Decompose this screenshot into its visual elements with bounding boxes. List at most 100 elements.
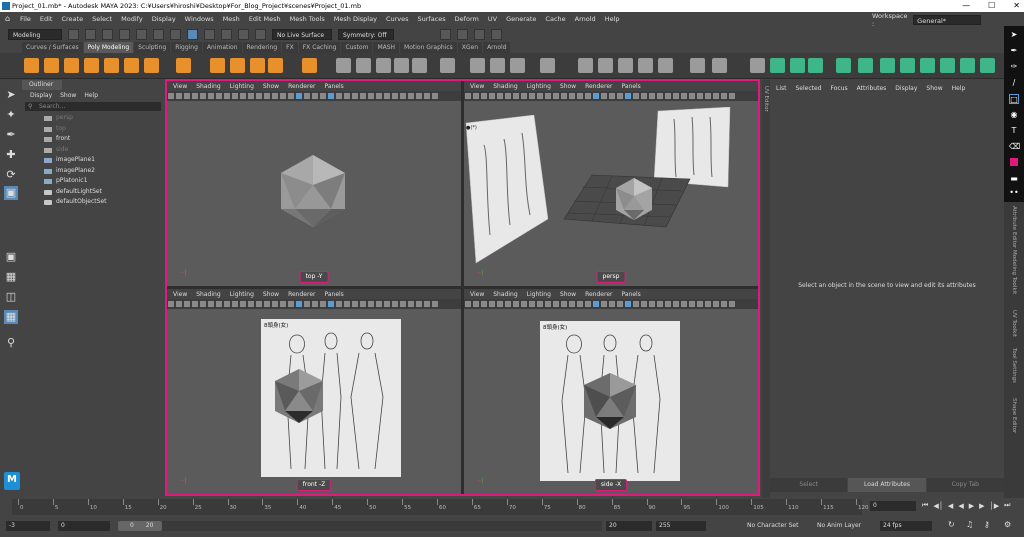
viewport-tool-icon[interactable] [288, 301, 294, 307]
outliner-item[interactable]: defaultObjectSet [22, 197, 164, 208]
viewport-tool-icon[interactable] [673, 301, 679, 307]
side-tab-modeling-toolkit[interactable]: Modeling Toolkit [1011, 250, 1017, 294]
side-tab-tool-settings[interactable]: Tool Settings [1011, 348, 1017, 383]
start-offset-field[interactable]: -3 [6, 521, 50, 531]
viewport-tool-icon[interactable] [481, 93, 487, 99]
target-weld-icon[interactable] [540, 58, 555, 73]
menu-curves[interactable]: Curves [386, 15, 409, 23]
uv-editor-icon[interactable] [658, 58, 673, 73]
shelf-tab-poly-modeling[interactable]: Poly Modeling [83, 42, 134, 53]
viewport-menu-panels[interactable]: Panels [324, 291, 343, 298]
viewport-tool-icon[interactable] [497, 301, 503, 307]
line-icon[interactable]: ∕ [1009, 78, 1019, 88]
viewport-tool-icon[interactable] [585, 301, 591, 307]
color-swatch-icon[interactable] [1010, 158, 1018, 166]
viewport-menu-panels[interactable]: Panels [621, 83, 640, 90]
viewport-tool-icon[interactable] [312, 301, 318, 307]
select-hierarchy-icon[interactable] [153, 28, 164, 40]
time-slider-bar[interactable]: 0 5 10 15 20 25 30 35 40 45 50 55 60 65 70 75 80 85 90 95 10… [12, 499, 869, 515]
viewport-tool-icon[interactable] [208, 93, 214, 99]
menu-deform[interactable]: Deform [455, 15, 479, 23]
viewport-tool-icon[interactable] [569, 93, 575, 99]
outliner-item[interactable]: imagePlane1 [22, 155, 164, 166]
viewport-menu-renderer[interactable]: Renderer [288, 83, 315, 90]
menu-edit[interactable]: Edit [40, 15, 53, 23]
workspace-dropdown[interactable]: General* [913, 14, 981, 25]
open-scene-icon[interactable] [85, 28, 96, 40]
viewport-tool-icon[interactable] [729, 301, 735, 307]
step-back-key-icon[interactable]: ◀│ [933, 502, 943, 510]
viewport-tool-icon[interactable] [272, 301, 278, 307]
viewport-tool-icon[interactable] [529, 93, 535, 99]
viewport-tool-icon[interactable] [176, 93, 182, 99]
new-scene-icon[interactable] [68, 28, 79, 40]
outliner-menu-help[interactable]: Help [84, 92, 98, 99]
cut-uv-icon[interactable] [808, 58, 823, 73]
viewport-tool-icon[interactable] [569, 301, 575, 307]
viewport-tool-icon[interactable] [424, 301, 430, 307]
viewport-tool-icon[interactable] [168, 301, 174, 307]
outliner-menu-display[interactable]: Display [30, 92, 52, 99]
sew-uv-icon[interactable] [836, 58, 851, 73]
viewport-tool-icon[interactable] [705, 301, 711, 307]
shelf-tab-fx[interactable]: FX [282, 42, 298, 53]
menu-cache[interactable]: Cache [545, 15, 565, 23]
poly-plane-icon[interactable] [124, 58, 139, 73]
viewport-tool-icon[interactable] [625, 301, 631, 307]
bevel-icon[interactable] [394, 58, 409, 73]
menu-file[interactable]: File [20, 15, 31, 23]
viewport-tool-icon[interactable] [216, 93, 222, 99]
viewport-menu-renderer[interactable]: Renderer [585, 83, 612, 90]
poly-cube-icon[interactable] [44, 58, 59, 73]
attribute-menu-attributes[interactable]: Attributes [857, 85, 887, 92]
viewport-tool-icon[interactable] [208, 301, 214, 307]
viewport-tool-icon[interactable] [529, 301, 535, 307]
combine-icon[interactable] [302, 58, 317, 73]
attribute-menu-focus[interactable]: Focus [831, 85, 848, 92]
poly-platonic-icon[interactable] [176, 58, 191, 73]
redo-icon[interactable] [136, 28, 147, 40]
viewport-tool-icon[interactable] [296, 93, 302, 99]
multi-cut-icon[interactable] [510, 58, 525, 73]
menu-set-dropdown[interactable]: Modeling [8, 28, 62, 40]
viewport-menu-view[interactable]: View [173, 291, 187, 298]
menu-uv[interactable]: UV [488, 15, 497, 23]
menu-help[interactable]: Help [605, 15, 620, 23]
pen-icon[interactable]: ✒ [1009, 46, 1019, 56]
render-frame-icon[interactable] [440, 28, 451, 40]
viewport-tool-icon[interactable] [432, 301, 438, 307]
append-icon[interactable] [470, 58, 485, 73]
range-slider-track[interactable]: 0 20 [118, 521, 602, 531]
shelf-tab-motion-graphics[interactable]: Motion Graphics [400, 42, 457, 53]
outliner-item[interactable]: pPlatonic1 [22, 176, 164, 187]
viewport-tool-icon[interactable] [280, 93, 286, 99]
viewport-tool-icon[interactable] [200, 93, 206, 99]
play-backward-icon[interactable]: ◀ [958, 502, 963, 510]
outliner-item[interactable]: top [22, 124, 164, 135]
shelf-tab-xgen[interactable]: XGen [457, 42, 483, 53]
viewport-tool-icon[interactable] [505, 93, 511, 99]
fps-dropdown[interactable]: 24 fps [880, 521, 932, 531]
sweep-mesh-icon[interactable] [230, 58, 245, 73]
outliner-item[interactable]: front [22, 134, 164, 145]
viewport-tool-icon[interactable] [593, 301, 599, 307]
freeze-transforms-icon[interactable] [618, 58, 633, 73]
menu-select[interactable]: Select [92, 15, 112, 23]
go-to-start-icon[interactable]: ⏮ [922, 501, 928, 510]
viewport-tool-icon[interactable] [432, 93, 438, 99]
viewport-tool-icon[interactable] [248, 93, 254, 99]
edit-texture-icon[interactable] [880, 58, 895, 73]
viewport-persp[interactable]: View Shading Lighting Show Renderer Panels ●(… [464, 81, 758, 286]
loop-icon[interactable]: ↻ [948, 520, 955, 529]
viewport-tool-icon[interactable] [489, 301, 495, 307]
viewport-tool-icon[interactable] [360, 301, 366, 307]
outliner-layout-icon[interactable]: ▦ [4, 310, 18, 324]
viewport-menu-panels[interactable]: Panels [621, 291, 640, 298]
viewport-menu-shading[interactable]: Shading [493, 83, 517, 90]
viewport-tool-icon[interactable] [617, 93, 623, 99]
hypershade-icon[interactable] [491, 28, 502, 40]
viewport-tool-icon[interactable] [184, 301, 190, 307]
delete-history-icon[interactable] [638, 58, 653, 73]
paint-select-icon[interactable]: ✒ [4, 128, 18, 142]
menu-mesh[interactable]: Mesh [223, 15, 240, 23]
